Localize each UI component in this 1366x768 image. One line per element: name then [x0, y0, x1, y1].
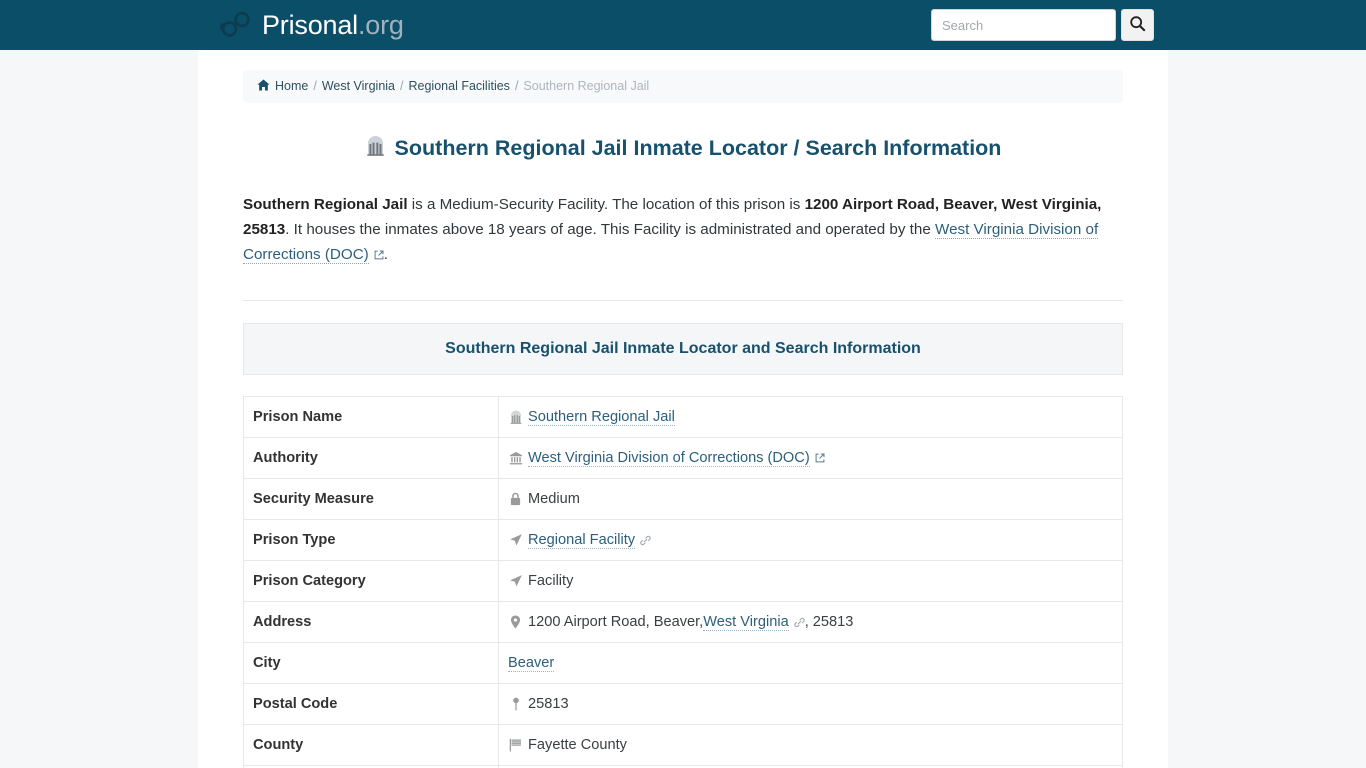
row-value-text[interactable]: Beaver: [508, 655, 555, 672]
search-input[interactable]: [931, 9, 1116, 41]
row-label: Authority: [243, 437, 499, 480]
table-row: Authority West Virginia Division of Corre…: [243, 437, 1123, 480]
row-value-prefix: 1200 Airport Road, Beaver,: [528, 614, 704, 631]
row-value-text[interactable]: Southern Regional Jail: [528, 409, 675, 426]
row-label: Address: [243, 601, 499, 644]
table-row: Security Measure Medium: [243, 478, 1123, 521]
handcuffs-icon: [218, 10, 252, 40]
page-title-text: Southern Regional Jail Inmate Locator / …: [394, 135, 1002, 160]
row-value-text[interactable]: West Virginia Division of Corrections (D…: [528, 450, 810, 467]
institution-icon: [508, 451, 523, 465]
location-arrow-icon: [508, 533, 523, 547]
row-value: Regional Facility: [498, 519, 1123, 562]
intro-text-2: . It houses the inmates above 18 years o…: [285, 221, 936, 239]
table-row: City Beaver: [243, 642, 1123, 685]
row-label: County: [243, 724, 499, 767]
breadcrumb: Home / West Virginia / Regional Faciliti…: [243, 70, 1123, 103]
breadcrumb-item-current: Southern Regional Jail: [523, 79, 650, 93]
row-value-text: 25813: [528, 696, 569, 713]
row-label: Security Measure: [243, 478, 499, 521]
brand-tld: .org: [357, 9, 404, 40]
row-value: Beaver: [498, 642, 1123, 685]
external-link-icon: [815, 453, 825, 463]
site-logo-link[interactable]: Prisonal.org: [218, 10, 404, 40]
table-caption: Southern Regional Jail Inmate Locator an…: [243, 323, 1123, 376]
section-divider: [243, 300, 1123, 302]
lock-icon: [508, 492, 523, 506]
page-title: Southern Regional Jail Inmate Locator / …: [243, 135, 1123, 163]
row-value: West Virginia Division of Corrections (D…: [498, 437, 1123, 480]
breadcrumb-item-state[interactable]: West Virginia: [322, 80, 395, 93]
brand-text: Prisonal.org: [262, 9, 404, 40]
row-label: City: [243, 642, 499, 685]
map-pin-icon: [508, 615, 523, 629]
row-label: Prison Type: [243, 519, 499, 562]
breadcrumb-item-category[interactable]: Regional Facilities: [409, 80, 510, 93]
page-container: Home / West Virginia / Regional Faciliti…: [198, 50, 1168, 768]
row-value: Facility: [498, 560, 1123, 603]
intro-text-3: .: [383, 246, 388, 264]
row-label: Prison Category: [243, 560, 499, 603]
intro-facility-name: Southern Regional Jail: [243, 196, 408, 214]
row-value-text[interactable]: Regional Facility: [528, 532, 636, 549]
table-row: Prison Type Regional Facility: [243, 519, 1123, 562]
brand-name: Prisonal: [262, 9, 358, 40]
search-button[interactable]: [1121, 9, 1154, 41]
row-label: Postal Code: [243, 683, 499, 726]
row-value-text: Fayette County: [528, 737, 627, 754]
facility-info-table: Prison Name Southern Regional Jail Authori…: [243, 396, 1123, 768]
facility-info-table-body: Prison Name Southern Regional Jail Authori…: [243, 396, 1123, 768]
search-icon: [1129, 15, 1146, 35]
content-area: Home / West Virginia / Regional Faciliti…: [243, 50, 1123, 768]
row-value: Southern Regional Jail: [498, 396, 1123, 439]
chain-link-icon: [793, 617, 805, 628]
table-row: Prison Name Southern Regional Jail: [243, 396, 1123, 439]
map-marker-icon: [508, 697, 523, 711]
external-link-icon: [374, 250, 384, 260]
breadcrumb-item-home[interactable]: Home: [257, 79, 308, 94]
search-form: [931, 9, 1154, 41]
row-value-text[interactable]: West Virginia: [703, 614, 789, 631]
table-row: Prison Category Facility: [243, 560, 1123, 603]
row-value: 25813: [498, 683, 1123, 726]
row-label: Prison Name: [243, 396, 499, 439]
breadcrumb-separator: /: [400, 79, 404, 93]
breadcrumb-home-label: Home: [275, 79, 309, 93]
row-value-tail: , 25813: [804, 614, 854, 631]
flag-icon: [508, 738, 523, 752]
table-row: Postal Code 25813: [243, 683, 1123, 726]
chain-link-icon: [640, 535, 651, 546]
site-header: Prisonal.org: [0, 0, 1366, 50]
breadcrumb-separator: /: [313, 79, 317, 93]
row-value: Medium: [498, 478, 1123, 521]
table-row: County Fayette County: [243, 724, 1123, 767]
intro-text-1: is a Medium-Security Facility. The locat…: [407, 196, 805, 214]
jail-building-icon: [365, 135, 386, 163]
breadcrumb-separator: /: [514, 79, 519, 93]
location-arrow-icon: [508, 574, 523, 588]
jail-building-icon: [508, 410, 523, 425]
row-value: 1200 Airport Road, Beaver, West Virginia…: [498, 601, 1123, 644]
row-value-text: Medium: [528, 491, 580, 508]
table-row: Address 1200 Airport Road, Beaver, West V…: [243, 601, 1123, 644]
intro-paragraph: Southern Regional Jail is a Medium-Secur…: [243, 192, 1123, 267]
row-value-text: Facility: [528, 573, 574, 590]
row-value: Fayette County: [498, 724, 1123, 767]
home-icon: [257, 79, 270, 94]
